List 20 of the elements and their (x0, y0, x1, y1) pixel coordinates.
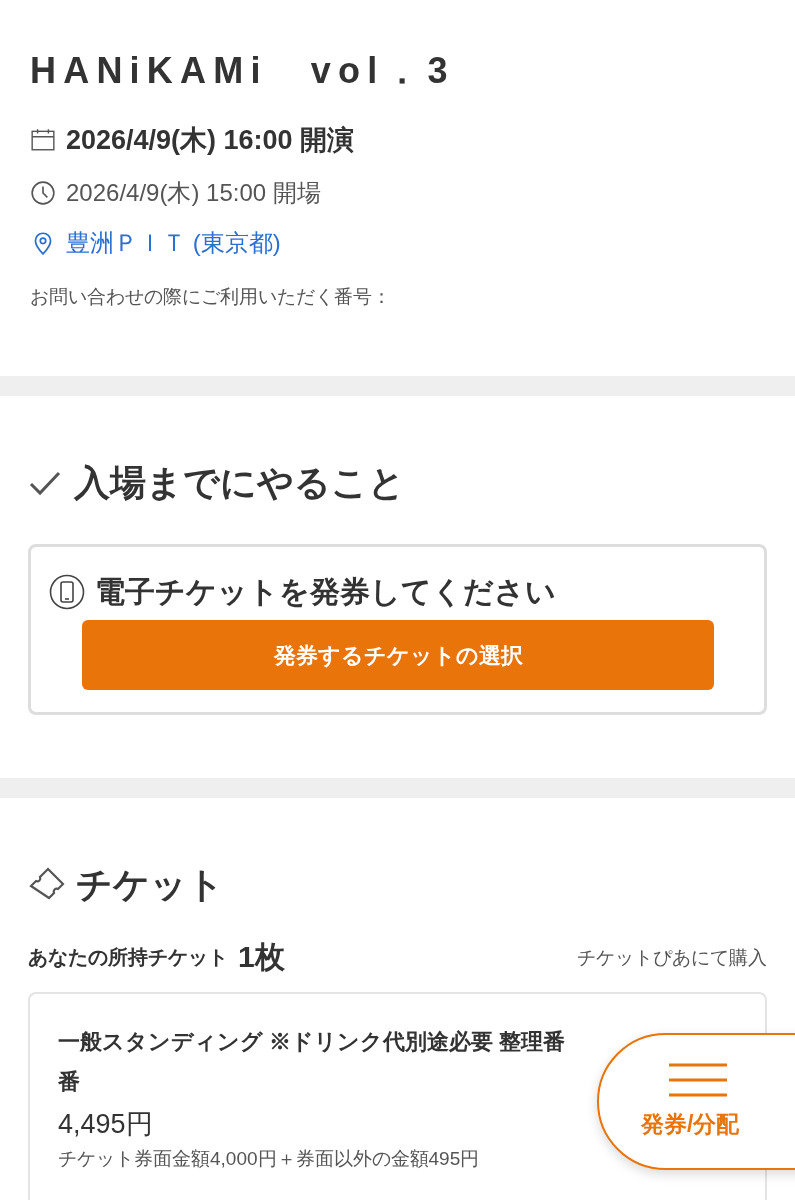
smartphone-icon (49, 573, 85, 610)
start-time: 2026/4/9(木) 16:00 開演 (66, 124, 355, 157)
ticket-price: 4,495円 (58, 1108, 153, 1141)
menu-icon (669, 1063, 727, 1097)
doors-time: 2026/4/9(木) 15:00 開場 (66, 177, 321, 208)
todo-card-title: 電子チケットを発券してください (95, 574, 556, 610)
checkmark-icon (28, 469, 62, 497)
select-ticket-button[interactable]: 発券するチケットの選択 (82, 620, 714, 690)
owned-tickets-label: あなたの所持チケット (28, 945, 228, 970)
event-title: HANiKAMi vol．3 (30, 49, 456, 93)
purchase-link[interactable]: チケットぴあにて購入 (577, 943, 767, 972)
clock-icon (30, 179, 56, 206)
ticket-name: 一般スタンディング ※ドリンク代別途必要 整理番 番 (58, 1028, 566, 1096)
venue-link[interactable]: 豊洲ＰＩＴ (東京都) (66, 224, 281, 261)
inquiry-label: お問い合わせの際にご利用いただく番号： (30, 284, 392, 309)
todo-heading: 入場までにやること (74, 461, 405, 505)
ticket-heading: チケット (76, 863, 224, 907)
price-breakdown: チケット券面金額4,000円＋券面以外の金額495円 (58, 1146, 480, 1171)
issue-distribute-button[interactable]: 発券/分配 (597, 1033, 795, 1170)
owned-ticket-count: 1枚 (238, 942, 285, 972)
